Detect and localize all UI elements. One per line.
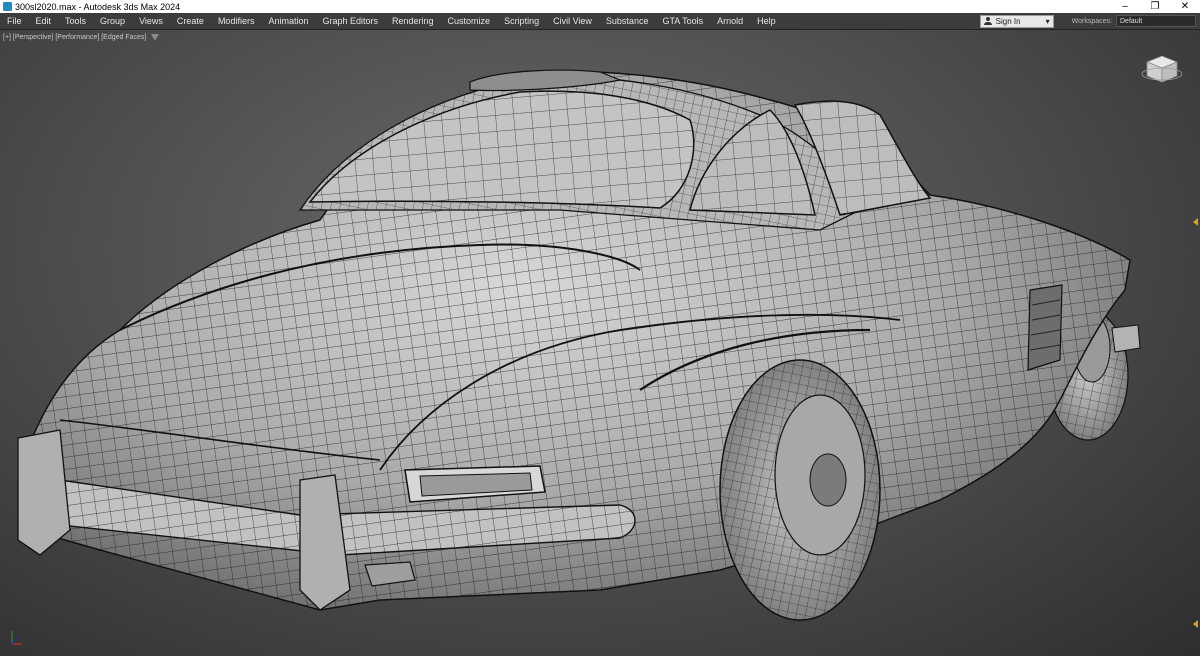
title-bar: 300sl2020.max - Autodesk 3ds Max 2024 – … <box>0 0 1200 13</box>
filter-icon[interactable] <box>151 34 160 41</box>
menu-arnold[interactable]: Arnold <box>710 13 750 29</box>
menu-gta-tools[interactable]: GTA Tools <box>655 13 710 29</box>
viewport-label[interactable]: [+] [Perspective] [Performance] [Edged F… <box>3 34 160 41</box>
menu-create[interactable]: Create <box>170 13 211 29</box>
viewport-label-text: [+] [Perspective] [Performance] [Edged F… <box>3 34 147 41</box>
menu-scripting[interactable]: Scripting <box>497 13 546 29</box>
app-icon <box>3 2 12 11</box>
menu-file[interactable]: File <box>0 13 29 29</box>
wheel-rear-near <box>719 359 881 621</box>
menu-group[interactable]: Group <box>93 13 132 29</box>
workspace-value: Default <box>1120 17 1143 25</box>
car-wireframe-model <box>17 69 1141 621</box>
menu-tools[interactable]: Tools <box>58 13 93 29</box>
menu-civil-view[interactable]: Civil View <box>546 13 599 29</box>
axis-tripod-icon <box>11 631 22 645</box>
menu-views[interactable]: Views <box>132 13 170 29</box>
viewcube-icon[interactable] <box>1141 52 1183 84</box>
menu-rendering[interactable]: Rendering <box>385 13 441 29</box>
menu-bar: File Edit Tools Group Views Create Modif… <box>0 13 1200 29</box>
timeline-marker-icon <box>1193 218 1198 226</box>
minimize-button[interactable]: – <box>1110 0 1140 13</box>
window-title: 300sl2020.max - Autodesk 3ds Max 2024 <box>15 1 181 12</box>
workspaces-label: Workspaces: <box>1071 17 1112 25</box>
sign-in-dropdown[interactable]: Sign In ▾ <box>979 14 1054 28</box>
menu-help[interactable]: Help <box>750 13 783 29</box>
user-icon <box>983 17 992 25</box>
close-button[interactable]: ✕ <box>1170 0 1200 13</box>
maximize-button[interactable]: ❐ <box>1140 0 1170 13</box>
menu-modifiers[interactable]: Modifiers <box>211 13 262 29</box>
menu-customize[interactable]: Customize <box>441 13 498 29</box>
menu-edit[interactable]: Edit <box>29 13 59 29</box>
menu-substance[interactable]: Substance <box>599 13 656 29</box>
workspace-select[interactable]: Default <box>1116 15 1196 27</box>
menu-graph-editors[interactable]: Graph Editors <box>315 13 385 29</box>
timeline-marker-icon <box>1193 620 1198 628</box>
perspective-viewport[interactable]: [+] [Perspective] [Performance] [Edged F… <box>0 29 1200 656</box>
chevron-down-icon: ▾ <box>1045 16 1050 26</box>
menu-animation[interactable]: Animation <box>261 13 315 29</box>
sign-in-label: Sign In <box>995 16 1021 26</box>
